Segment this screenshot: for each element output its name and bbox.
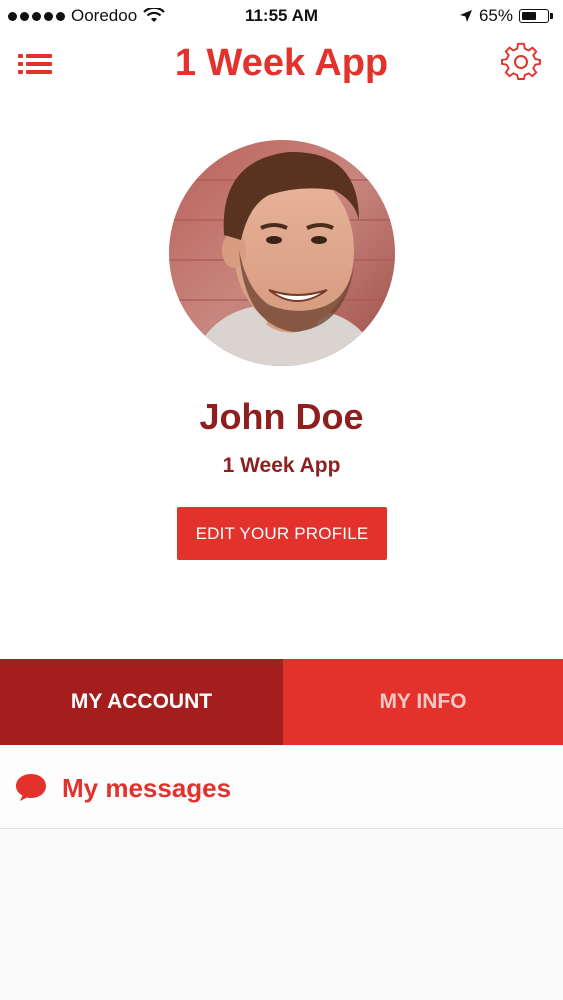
nav-bar: 1 Week App	[0, 34, 563, 96]
my-messages-row[interactable]: My messages	[0, 745, 563, 829]
tab-bar: MY ACCOUNT MY INFO	[0, 659, 563, 745]
settings-button[interactable]	[501, 42, 541, 82]
page-title: 1 Week App	[174, 42, 389, 84]
gear-icon	[501, 42, 541, 80]
my-messages-label: My messages	[62, 773, 232, 803]
chat-bubble-icon	[16, 774, 46, 801]
profile-avatar	[169, 140, 395, 366]
location-arrow-icon	[459, 10, 472, 22]
battery-percent: 65%	[478, 6, 513, 25]
status-right-group: 65%	[459, 6, 553, 26]
edit-profile-button[interactable]: EDIT YOUR PROFILE	[177, 507, 387, 560]
avatar-portrait	[169, 140, 395, 366]
profile-name: John Doe	[199, 396, 364, 437]
tab-my-info[interactable]: MY INFO	[283, 659, 563, 745]
status-bar: Ooredoo 11:55 AM 65%	[0, 0, 563, 34]
battery-fill	[522, 12, 537, 20]
tab-content: My messages	[0, 745, 563, 1000]
profile-subtitle: 1 Week App	[222, 454, 341, 477]
tab-my-account[interactable]: MY ACCOUNT	[0, 659, 283, 745]
battery-tip	[550, 13, 553, 19]
battery-icon	[519, 9, 549, 23]
